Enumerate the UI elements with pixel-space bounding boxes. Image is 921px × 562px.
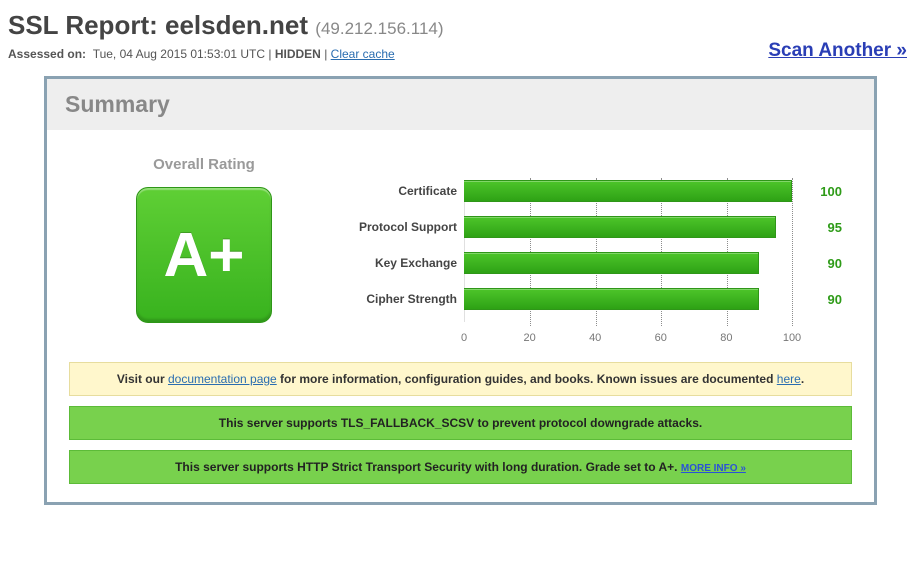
chart-bar-fill <box>464 288 759 310</box>
chart-axis-tick: 40 <box>589 332 601 344</box>
chart-bar-label: Cipher Strength <box>339 292 457 306</box>
info-text-post: . <box>801 372 804 386</box>
overall-rating-label: Overall Rating <box>69 156 339 173</box>
chart-bar-fill <box>464 216 776 238</box>
chart-axis-tick: 20 <box>523 332 535 344</box>
chart-bar-row: Cipher Strength 90 <box>339 288 852 310</box>
title-prefix: SSL Report: <box>8 10 165 40</box>
chart-bar-row: Certificate 100 <box>339 180 852 202</box>
chart-bar-fill <box>464 180 792 202</box>
hidden-label: HIDDEN <box>275 47 321 61</box>
page-title: SSL Report: eelsden.net (49.212.156.114) <box>8 10 444 41</box>
chart-bar-row: Key Exchange 90 <box>339 252 852 274</box>
assessed-label: Assessed on: <box>8 47 86 61</box>
documentation-link[interactable]: documentation page <box>168 372 277 386</box>
info-notice: Visit our documentation page for more in… <box>69 362 852 396</box>
known-issues-link[interactable]: here <box>777 372 801 386</box>
grade-badge: A+ <box>136 187 272 323</box>
chart-axis-tick: 60 <box>655 332 667 344</box>
ip-address: (49.212.156.114) <box>315 19 443 38</box>
hsts-text: This server supports HTTP Strict Transpo… <box>175 460 677 474</box>
info-text-mid: for more information, configuration guid… <box>277 372 777 386</box>
assessed-time: Tue, 04 Aug 2015 01:53:01 UTC <box>93 47 265 61</box>
info-text-pre: Visit our <box>117 372 168 386</box>
clear-cache-link[interactable]: Clear cache <box>331 47 395 61</box>
chart-bar-label: Key Exchange <box>339 256 457 270</box>
chart-axis-tick: 0 <box>461 332 467 344</box>
chart-axis-tick: 100 <box>783 332 801 344</box>
more-info-link[interactable]: MORE INFO » <box>681 463 746 474</box>
chart-bar-value: 100 <box>802 184 842 199</box>
chart-bar-value: 90 <box>802 292 842 307</box>
scan-another-link[interactable]: Scan Another » <box>768 40 907 62</box>
hsts-notice: This server supports HTTP Strict Transpo… <box>69 450 852 484</box>
chart-bar-label: Protocol Support <box>339 220 457 234</box>
chart-bar-row: Protocol Support 95 <box>339 216 852 238</box>
summary-heading: Summary <box>47 79 874 130</box>
assessment-meta: Assessed on: Tue, 04 Aug 2015 01:53:01 U… <box>8 47 444 61</box>
chart-bar-value: 90 <box>802 256 842 271</box>
summary-panel: Summary Overall Rating A+ 020406080100Ce… <box>44 76 877 505</box>
chart-bar-label: Certificate <box>339 184 457 198</box>
chart-bar-value: 95 <box>802 220 842 235</box>
chart-bar-fill <box>464 252 759 274</box>
domain-name: eelsden.net <box>165 10 308 40</box>
fallback-notice: This server supports TLS_FALLBACK_SCSV t… <box>69 406 852 440</box>
chart-axis-tick: 80 <box>720 332 732 344</box>
score-chart: 0 20 40 60 80 100 Certificate 100 Protocol Suppo… <box>339 172 852 346</box>
